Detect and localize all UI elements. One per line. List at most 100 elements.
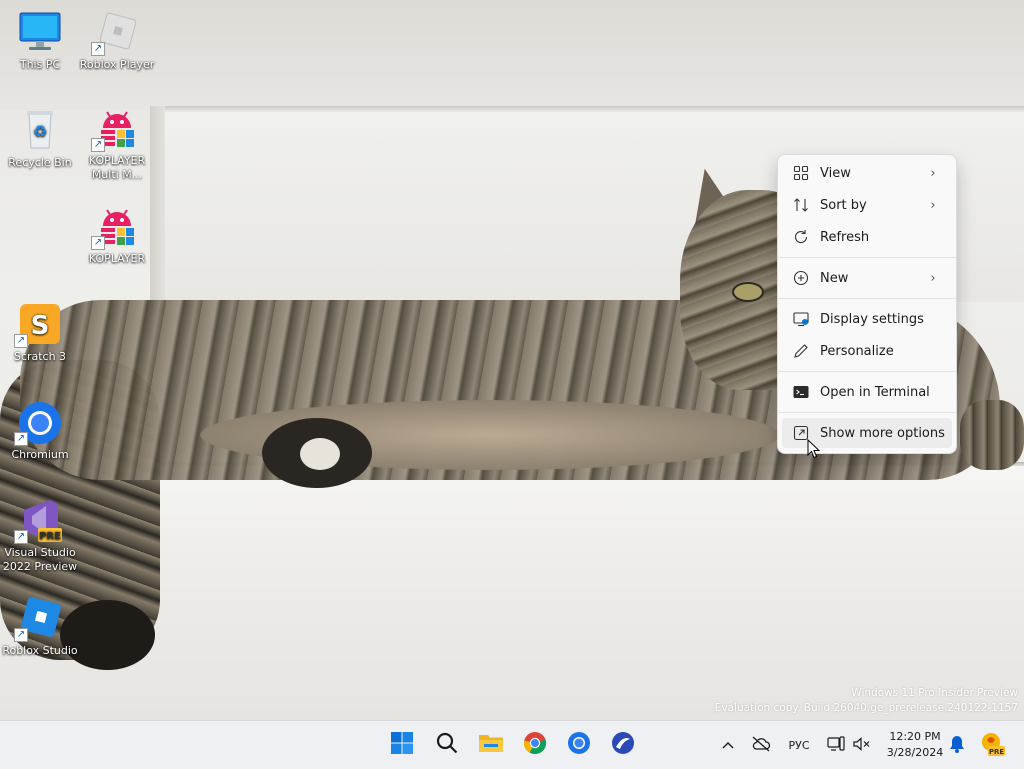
activation-watermark: Windows 11 Pro Insider Preview Evaluatio… — [715, 686, 1018, 716]
copilot-pre-icon: PRE — [979, 731, 1005, 760]
taskbar-file-explorer[interactable] — [473, 727, 509, 763]
svg-text:♻: ♻ — [33, 122, 47, 141]
desktop-icon-visual-studio[interactable]: PRE ↗ Visual Studio 2022 Preview — [0, 498, 80, 574]
menu-item-open-in-terminal[interactable]: Open in Terminal — [782, 377, 952, 407]
menu-item-sort-by[interactable]: Sort by › — [782, 190, 952, 220]
menu-item-label: Personalize — [820, 343, 894, 359]
svg-text:PRE: PRE — [989, 748, 1005, 756]
taskbar-roblox-studio[interactable] — [605, 727, 641, 763]
shortcut-arrow-icon: ↗ — [14, 334, 28, 348]
menu-separator — [778, 371, 956, 372]
menu-item-new[interactable]: New › — [782, 263, 952, 293]
notifications-button[interactable] — [946, 721, 968, 769]
language-indicator: РУС — [788, 738, 810, 752]
desktop-icon-label: KOPLAYER — [88, 252, 146, 265]
cloud-offline-icon — [751, 736, 771, 755]
menu-item-view[interactable]: View › — [782, 158, 952, 188]
taskbar-chrome[interactable] — [517, 727, 553, 763]
desktop-icon-scratch[interactable]: S ↗ Scratch 3 — [0, 302, 80, 364]
clock-date: 3/28/2024 — [886, 746, 944, 759]
desktop-icon-koplayer-multi[interactable]: ↗ KOPLAYER Multi M... — [77, 106, 157, 182]
new-plus-icon — [792, 269, 810, 287]
scratch-icon: S ↗ — [14, 302, 64, 348]
visual-studio-icon: PRE ↗ — [14, 498, 64, 544]
chrome-icon — [523, 731, 547, 759]
shortcut-arrow-icon: ↗ — [14, 628, 28, 642]
desktop-icon-koplayer[interactable]: ↗ KOPLAYER — [77, 204, 157, 266]
menu-item-label: Refresh — [820, 229, 870, 245]
chevron-up-icon — [722, 739, 734, 752]
watermark-line-1: Windows 11 Pro Insider Preview — [851, 687, 1018, 699]
start-button[interactable] — [384, 727, 420, 763]
search-icon — [435, 731, 459, 759]
cat-paw-pad — [300, 438, 340, 470]
roblox-studio-icon — [611, 731, 635, 759]
desktop-icon-roblox-player[interactable]: ↗ Roblox Player — [77, 10, 157, 72]
view-grid-icon — [792, 164, 810, 182]
chevron-right-icon: › — [930, 270, 936, 286]
taskbar-clock[interactable]: 12:20 PM 3/28/2024 — [878, 729, 952, 761]
shortcut-arrow-icon: ↗ — [91, 236, 105, 250]
desktop-icon-label: This PC — [19, 58, 61, 71]
svg-text:PRE: PRE — [39, 531, 61, 542]
recycle-bin-icon: ♻ — [16, 108, 64, 154]
taskbar: РУС 12:20 PM 3/28/2024 PRE — [0, 720, 1024, 769]
watermark-line-2: Evaluation copy. Build 26040.ge_prerelea… — [714, 702, 1018, 714]
cat-front-paw — [960, 400, 1024, 470]
menu-item-personalize[interactable]: Personalize — [782, 336, 952, 366]
chevron-right-icon: › — [930, 197, 936, 213]
chromium-icon — [567, 731, 591, 759]
roblox-studio-icon: ↗ — [14, 596, 64, 642]
cat-eye — [732, 282, 764, 302]
desktop-icon-label: Recycle Bin — [8, 156, 72, 169]
desktop-icon-recycle-bin[interactable]: ♻ Recycle Bin — [0, 108, 80, 170]
taskbar-chromium[interactable] — [561, 727, 597, 763]
pen-icon — [792, 342, 810, 360]
menu-item-label: Display settings — [820, 311, 924, 327]
desktop-icon-roblox-studio[interactable]: ↗ Roblox Studio — [0, 596, 80, 658]
shortcut-arrow-icon: ↗ — [14, 432, 28, 446]
koplayer-icon: ↗ — [91, 106, 141, 152]
tray-onedrive[interactable] — [748, 721, 774, 769]
tray-copilot[interactable]: PRE — [978, 721, 1006, 769]
tray-overflow-button[interactable] — [716, 721, 740, 769]
tray-network[interactable] — [824, 721, 848, 769]
desktop-icon-label: Visual Studio 2022 Preview — [2, 546, 78, 573]
menu-separator — [778, 298, 956, 299]
menu-item-label: View — [820, 165, 851, 181]
menu-item-label: Sort by — [820, 197, 867, 213]
desktop-context-menu: View › Sort by › Refresh New › Display s… — [777, 154, 957, 454]
desktop-icon-this-pc[interactable]: This PC — [0, 10, 80, 72]
desktop-icon-label: Roblox Player — [79, 58, 155, 71]
monitor-icon — [16, 10, 64, 56]
terminal-icon — [792, 383, 810, 401]
tray-language[interactable]: РУС — [782, 721, 816, 769]
volume-muted-icon — [853, 736, 871, 755]
roblox-player-icon: ↗ — [91, 10, 141, 56]
bell-icon — [949, 735, 965, 756]
taskbar-search-button[interactable] — [429, 727, 465, 763]
network-icon — [827, 735, 845, 755]
menu-item-label: Show more options — [820, 425, 945, 441]
desktop-icon-label: Roblox Studio — [2, 644, 78, 657]
desktop-icon-label: Chromium — [11, 448, 69, 461]
mouse-cursor-icon — [807, 438, 821, 463]
chevron-right-icon: › — [930, 165, 936, 181]
sort-icon — [792, 196, 810, 214]
desktop-icon-chromium[interactable]: ↗ Chromium — [0, 400, 80, 462]
file-explorer-icon — [478, 731, 504, 759]
koplayer-icon: ↗ — [91, 204, 141, 250]
shortcut-arrow-icon: ↗ — [91, 42, 105, 56]
shortcut-arrow-icon: ↗ — [91, 138, 105, 152]
chromium-icon: ↗ — [14, 400, 64, 446]
shortcut-arrow-icon: ↗ — [14, 530, 28, 544]
svg-text:S: S — [31, 311, 50, 341]
menu-item-display-settings[interactable]: Display settings — [782, 304, 952, 334]
clock-time: 12:20 PM — [889, 730, 941, 743]
desktop-icon-label: KOPLAYER Multi M... — [88, 154, 146, 181]
menu-item-label: Open in Terminal — [820, 384, 930, 400]
menu-item-refresh[interactable]: Refresh — [782, 222, 952, 252]
desktop-icon-label: Scratch 3 — [13, 350, 67, 363]
start-icon — [390, 731, 414, 759]
tray-volume[interactable] — [850, 721, 874, 769]
